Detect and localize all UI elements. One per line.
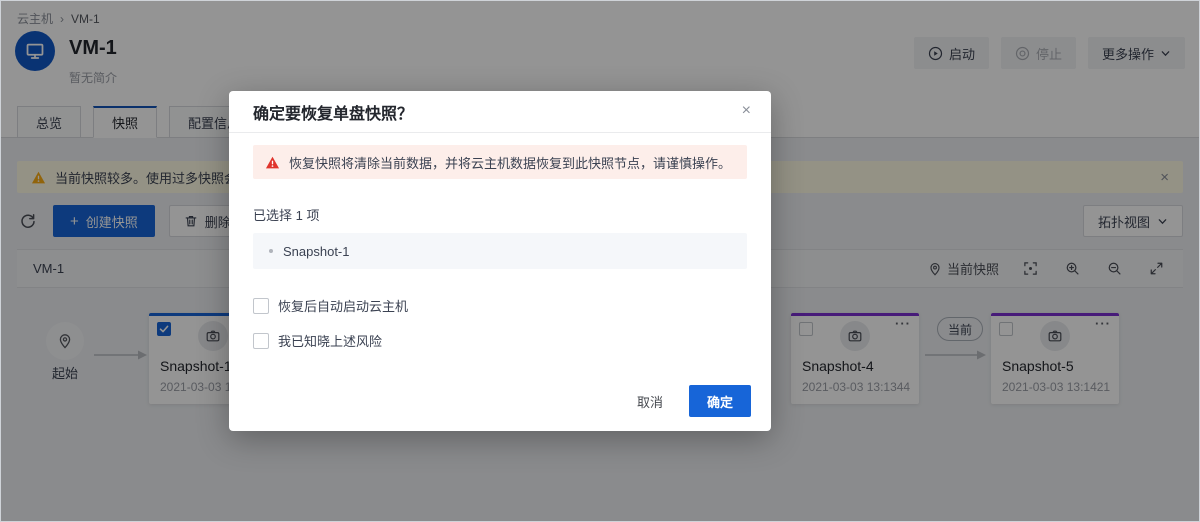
cancel-button[interactable]: 取消	[637, 392, 663, 411]
modal-title: 确定要恢复单盘快照？	[253, 100, 413, 124]
modal-header: 确定要恢复单盘快照？	[229, 91, 771, 133]
alert-text: 恢复快照将清除当前数据，并将云主机数据恢复到此快照节点，请谨慎操作。	[289, 153, 731, 172]
selected-snapshot-name: Snapshot-1	[283, 244, 350, 259]
selected-count-label: 已选择 1 项	[253, 205, 747, 224]
restore-snapshot-modal: 确定要恢复单盘快照？ × 恢复快照将清除当前数据，并将云主机数据恢复到此快照节点…	[229, 91, 771, 431]
acknowledge-risk-label: 我已知晓上述风险	[278, 331, 382, 350]
modal-close-icon[interactable]: ×	[742, 102, 751, 120]
danger-triangle-icon	[265, 155, 280, 170]
restore-warning-alert: 恢复快照将清除当前数据，并将云主机数据恢复到此快照节点，请谨慎操作。	[253, 145, 747, 179]
confirm-button[interactable]: 确定	[689, 385, 751, 417]
auto-start-checkbox-row[interactable]: 恢复后自动启动云主机	[253, 296, 747, 315]
selected-snapshot-item: Snapshot-1	[253, 233, 747, 269]
bullet-dot-icon	[269, 249, 273, 253]
acknowledge-risk-checkbox[interactable]	[253, 333, 269, 349]
auto-start-label: 恢复后自动启动云主机	[278, 296, 408, 315]
acknowledge-risk-checkbox-row[interactable]: 我已知晓上述风险	[253, 331, 747, 350]
vm-detail-page: 云主机 › VM-1 VM-1 暂无简介 启动 停止	[0, 0, 1200, 522]
auto-start-checkbox[interactable]	[253, 298, 269, 314]
modal-footer: 取消 确定	[637, 385, 751, 417]
